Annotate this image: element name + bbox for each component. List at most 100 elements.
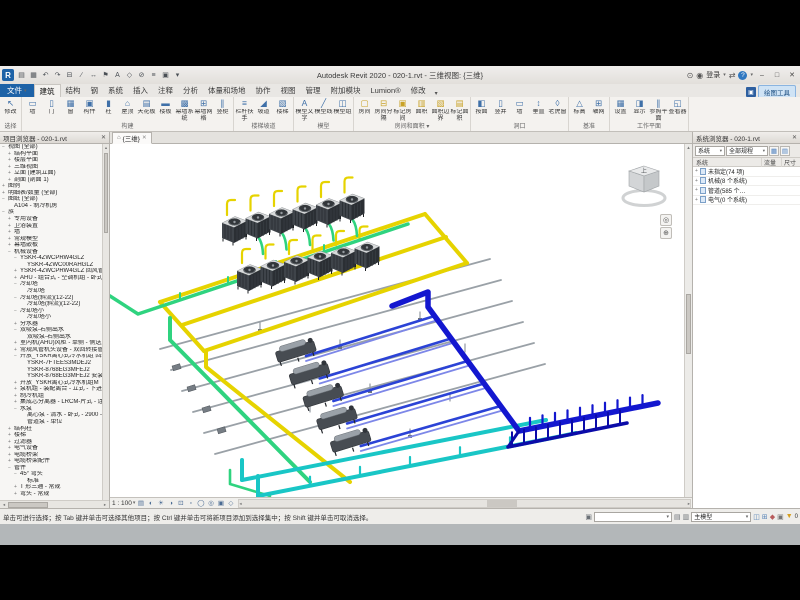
scroll-left-icon[interactable]: ◂	[0, 501, 8, 508]
text-icon[interactable]: A	[112, 70, 123, 81]
ribbon-button[interactable]: ▤标记面积	[450, 98, 469, 122]
select-links-icon[interactable]: ⊞	[762, 513, 768, 521]
canvas-horizontal-scrollbar[interactable]: ◂ ▸	[238, 499, 691, 508]
ribbon-tab[interactable]: 管理	[301, 84, 326, 97]
undo-icon[interactable]: ↶	[40, 70, 51, 81]
project-browser-close-icon[interactable]: ✕	[101, 134, 106, 141]
ribbon-button[interactable]: ▧楼梯	[273, 98, 292, 122]
system-row[interactable]: 管道(585 个…	[693, 186, 800, 196]
thin-lines-icon[interactable]: ≡	[148, 70, 159, 81]
ribbon-tab[interactable]: 视图	[276, 84, 301, 97]
ribbon-button[interactable]: ⊞幕墙网格	[194, 98, 213, 122]
ribbon-button[interactable]: ↕垂直	[529, 98, 548, 122]
scrollbar-thumb[interactable]	[487, 500, 517, 507]
ribbon-button[interactable]: ▥面积	[412, 98, 431, 122]
zoom-icon[interactable]: ⊕	[660, 227, 672, 239]
ribbon-button[interactable]: ▮柱	[99, 98, 118, 122]
file-tab[interactable]: 文件▾	[0, 84, 34, 97]
expand-toggle-icon[interactable]	[693, 168, 700, 174]
ribbon-button[interactable]: ◱查看器	[668, 98, 687, 122]
ribbon-button[interactable]: ▭墙	[23, 98, 42, 122]
ribbon-tab[interactable]: 附加模块	[326, 84, 366, 97]
column-flow[interactable]: 流量	[762, 158, 782, 167]
section-icon[interactable]: ⊘	[136, 70, 147, 81]
app-store-icon[interactable]: ⇄	[729, 71, 736, 80]
aligned-dimension-icon[interactable]: ↔	[88, 70, 99, 81]
ribbon-tab[interactable]: 分析	[178, 84, 203, 97]
ribbon-button[interactable]: ▧面积边界	[431, 98, 450, 122]
scroll-up-icon[interactable]: ▴	[685, 144, 692, 152]
redo-icon[interactable]: ↷	[52, 70, 63, 81]
minimize-button[interactable]: –	[756, 69, 768, 81]
ribbon-tab[interactable]: 协作	[251, 84, 276, 97]
ribbon-button[interactable]: ▣构件	[80, 98, 99, 122]
switch-windows-icon[interactable]: ▣	[160, 70, 171, 81]
ribbon-tab[interactable]: 建筑	[34, 84, 61, 97]
ribbon-button[interactable]: A模型文字	[295, 98, 314, 122]
ribbon-tab[interactable]: 体量和场地	[203, 84, 251, 97]
ribbon-button[interactable]: ╱模型线	[314, 98, 333, 122]
default-3d-view-icon[interactable]: ◇	[124, 70, 135, 81]
expand-toggle-icon[interactable]	[693, 178, 700, 184]
ribbon-button[interactable]: ▤天花板	[137, 98, 156, 122]
ribbon-button[interactable]: ∥竖梃	[213, 98, 232, 122]
save-icon[interactable]: ▦	[28, 70, 39, 81]
account-icon[interactable]: ◉	[696, 71, 703, 80]
discipline-select[interactable]: 全部规程▾	[726, 146, 768, 156]
tag-icon[interactable]: ⚑	[100, 70, 111, 81]
project-browser-horizontal-scrollbar[interactable]: ◂ ▸	[0, 500, 109, 508]
ribbon-button[interactable]: ▬楼板	[156, 98, 175, 122]
viewcube[interactable]: 上	[618, 158, 670, 210]
ribbon-button[interactable]: ∥参照平面	[649, 98, 668, 122]
cooling-towers[interactable]	[222, 194, 380, 294]
system-row[interactable]: 机械(8 个系统)	[693, 177, 800, 187]
ribbon-tab[interactable]: Lumion®	[366, 84, 406, 97]
help-icon[interactable]: ?	[738, 71, 747, 80]
system-row[interactable]: 电气(0 个系统)	[693, 196, 800, 206]
system-row[interactable]: 未指定(74 项)	[693, 167, 800, 177]
ribbon-button[interactable]: ⊞轴网	[589, 98, 608, 122]
autofit-columns-icon[interactable]: ▦	[769, 146, 779, 156]
sign-in-caret-icon[interactable]: ▾	[723, 72, 726, 78]
canvas-vertical-scrollbar[interactable]: ▴	[684, 144, 692, 497]
system-browser-title-bar[interactable]: 系统浏览器 - 020-1.rvt ✕	[693, 132, 800, 144]
visual-style-icon[interactable]: ◐	[146, 499, 155, 508]
ribbon-tab[interactable]: 修改	[406, 84, 431, 97]
ribbon-button[interactable]: △标高	[570, 98, 589, 122]
measure-icon[interactable]: ∕	[76, 70, 87, 81]
temporary-view-icon[interactable]: ▣	[216, 499, 225, 508]
unlock-3d-view-icon[interactable]: ◇	[226, 499, 235, 508]
expand-toggle-icon[interactable]	[693, 197, 700, 203]
workset-select[interactable]: ▾	[594, 512, 672, 522]
project-browser-title-bar[interactable]: 项目浏览器 - 020-1.rvt ✕	[0, 132, 109, 144]
model-view[interactable]: 上 ◎ ⊕	[110, 144, 684, 497]
restore-button[interactable]: □	[771, 69, 783, 81]
ribbon-button[interactable]: ◧按面	[472, 98, 491, 122]
ribbon-button[interactable]: ▭墙	[510, 98, 529, 122]
crop-view-icon[interactable]: ⊡	[176, 499, 185, 508]
view-scale[interactable]: 1 : 100	[112, 500, 132, 507]
ribbon-button[interactable]: ⌂屋顶	[118, 98, 137, 122]
detail-level-icon[interactable]: ▤	[136, 499, 145, 508]
close-button[interactable]: ✕	[786, 69, 798, 81]
ribbon-button[interactable]: ⊟房间分隔	[374, 98, 393, 122]
sun-path-icon[interactable]: ☀	[156, 499, 165, 508]
tree-item[interactable]: 弯头 - 常规	[0, 491, 102, 498]
sign-in-label[interactable]: 登录	[706, 70, 720, 80]
column-settings-icon[interactable]: ▤	[780, 146, 790, 156]
design-option-select[interactable]: 主模型▾	[691, 512, 751, 522]
ribbon-tab[interactable]: 结构	[61, 84, 86, 97]
view-tab-3d[interactable]: ⌂ {三维} ✕	[112, 132, 152, 144]
steering-wheel-icon[interactable]: ◎	[660, 214, 672, 226]
ribbon-button[interactable]: ▦设置	[611, 98, 630, 122]
ribbon-tab[interactable]: 钢	[86, 84, 104, 97]
ribbon-button[interactable]: ◨显示	[630, 98, 649, 122]
help-caret-icon[interactable]: ▾	[750, 72, 753, 78]
hide-elements-icon[interactable]: ◯	[196, 499, 205, 508]
scroll-right-icon[interactable]: ▸	[688, 500, 690, 508]
view-by-select[interactable]: 系统▾	[695, 146, 725, 156]
shadows-icon[interactable]: ◑	[166, 499, 175, 508]
column-size[interactable]: 尺寸	[782, 158, 800, 167]
editable-only-icon[interactable]: ◫	[753, 513, 760, 521]
ribbon-button[interactable]: ▣标记房间	[393, 98, 412, 122]
